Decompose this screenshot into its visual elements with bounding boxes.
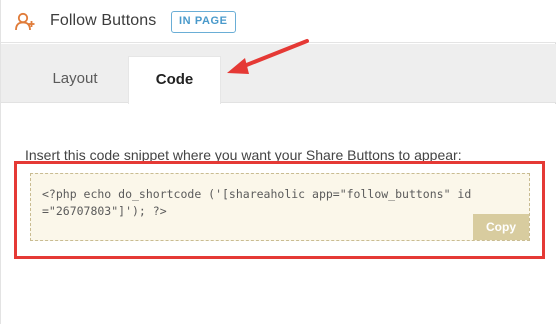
highlight-annotation	[14, 161, 545, 259]
tab-layout[interactable]: Layout	[27, 56, 123, 104]
in-page-badge: IN PAGE	[171, 11, 236, 33]
panel-title: Follow Buttons	[50, 12, 157, 29]
user-plus-icon	[14, 11, 36, 33]
follow-buttons-panel: Follow Buttons IN PAGE Layout Code Inser…	[0, 0, 556, 324]
tab-code[interactable]: Code	[128, 56, 221, 104]
code-tab-content: Insert this code snippet where you want …	[1, 104, 556, 324]
arrow-annotation-icon	[227, 39, 309, 74]
